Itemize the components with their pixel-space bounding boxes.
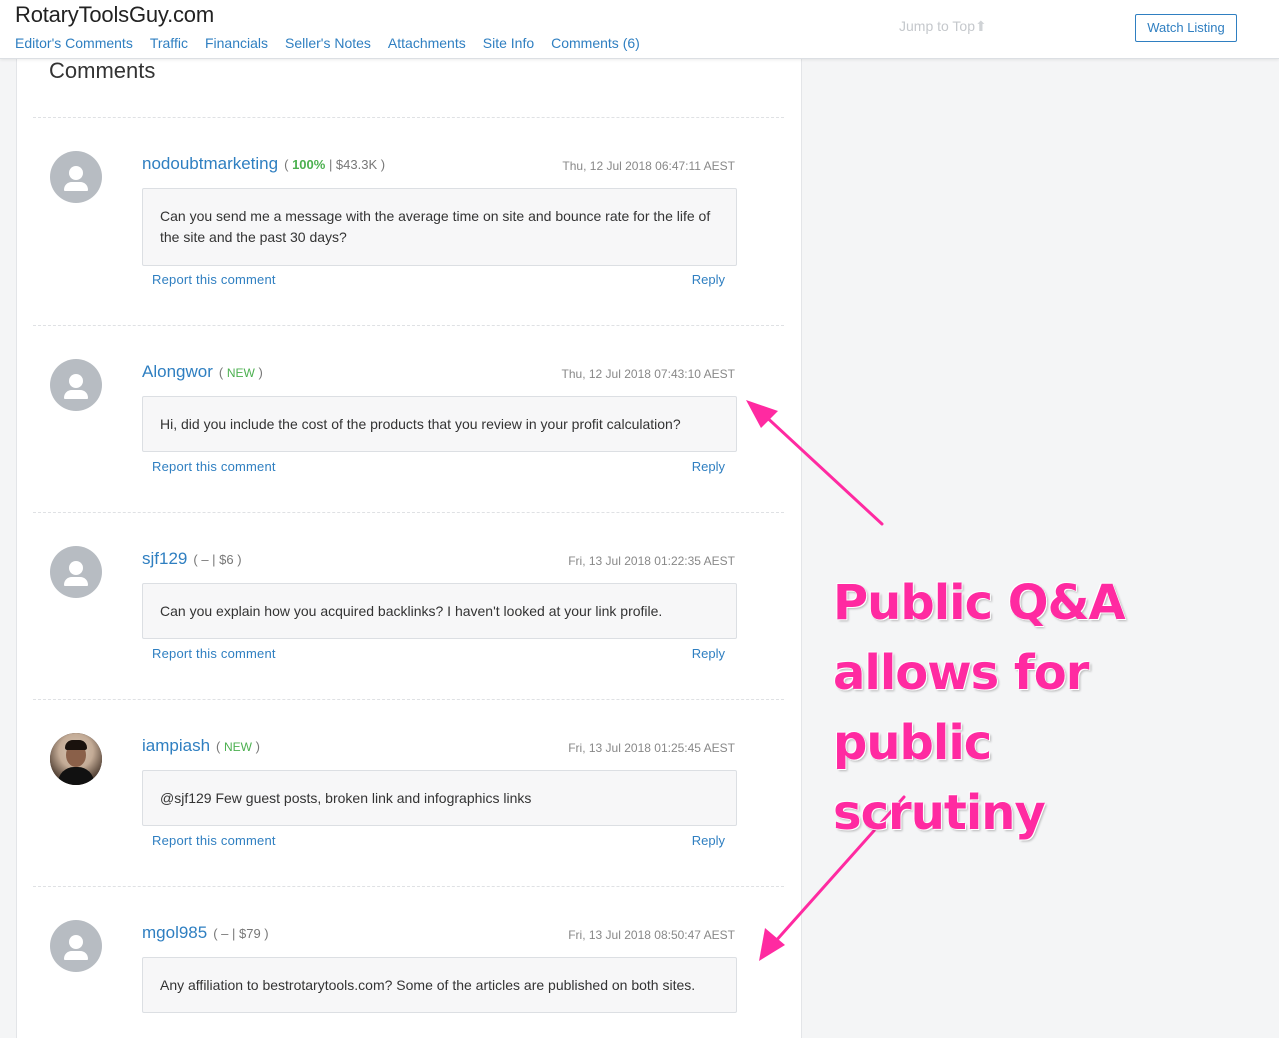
user-avatar-icon <box>50 359 102 411</box>
comment-body: Can you explain how you acquired backlin… <box>142 583 737 639</box>
comment-author[interactable]: nodoubtmarketing ( 100% | $43.3K ) <box>142 154 385 174</box>
nav-comments[interactable]: Comments (6) <box>551 35 640 51</box>
comment-timestamp: Fri, 13 Jul 2018 01:25:45 AEST <box>568 741 735 755</box>
comment-username: Alongwor <box>142 362 213 381</box>
nav-site-info[interactable]: Site Info <box>483 35 534 51</box>
nav-editors-comments[interactable]: Editor's Comments <box>15 35 133 51</box>
comment-username: mgol985 <box>142 923 208 942</box>
comment-timestamp: Thu, 12 Jul 2018 07:43:10 AEST <box>561 367 735 381</box>
meta-rest: | $43.3K ) <box>328 157 386 172</box>
page-title: Comments <box>49 58 156 83</box>
user-stats: ( – | $79 ) <box>213 926 269 941</box>
comment-text: Hi, did you include the cost of the prod… <box>160 416 681 432</box>
nav-financials[interactable]: Financials <box>205 35 268 51</box>
meta-open: ( <box>216 739 221 754</box>
user-stats: ( NEW ) <box>219 365 263 380</box>
callout-line: Public Q&A <box>833 575 1126 631</box>
user-stats: ( 100% | $43.3K ) <box>284 157 385 172</box>
reply-link[interactable]: Reply <box>692 272 725 287</box>
comment-author[interactable]: Alongwor ( NEW ) <box>142 362 263 382</box>
comment-text: @sjf129 Few guest posts, broken link and… <box>160 790 532 806</box>
comment-timestamp: Fri, 13 Jul 2018 01:22:35 AEST <box>568 554 735 568</box>
meta-close: ) <box>258 365 263 380</box>
user-stats: ( NEW ) <box>216 739 260 754</box>
arrow-up-icon: ⬆ <box>975 18 987 34</box>
comment-text: Can you explain how you acquired backlin… <box>160 603 663 619</box>
comment-text: Can you send me a message with the avera… <box>160 208 711 245</box>
comment-body: Any affiliation to bestrotarytools.com? … <box>142 957 737 1013</box>
report-comment-link[interactable]: Report this comment <box>152 646 276 661</box>
report-comment-link[interactable]: Report this comment <box>152 272 276 287</box>
comment-username: iampiash <box>142 736 211 755</box>
feedback-percent: 100% <box>292 157 326 172</box>
comment-body: Hi, did you include the cost of the prod… <box>142 396 737 452</box>
section-nav: Editor's Comments Traffic Financials Sel… <box>15 35 657 51</box>
meta-close: ) <box>255 739 260 754</box>
jump-to-top-link[interactable]: Jump to Top⬆ <box>899 18 987 35</box>
user-avatar-icon <box>50 151 102 203</box>
watch-listing-button[interactable]: Watch Listing <box>1135 14 1237 42</box>
comment-body: @sjf129 Few guest posts, broken link and… <box>142 770 737 826</box>
nav-sellers-notes[interactable]: Seller's Notes <box>285 35 371 51</box>
comment-item: nodoubtmarketing ( 100% | $43.3K ) Thu, 1… <box>33 117 784 326</box>
user-avatar-icon <box>50 546 102 598</box>
user-avatar-icon <box>50 920 102 972</box>
comments-panel: Comments nodoubtmarketing ( 100% | $43.3K… <box>16 58 802 1038</box>
comment-author[interactable]: iampiash ( NEW ) <box>142 736 260 756</box>
jump-to-top-label: Jump to Top <box>899 18 976 34</box>
comment-text: Any affiliation to bestrotarytools.com? … <box>160 977 696 993</box>
comment-timestamp: Fri, 13 Jul 2018 08:50:47 AEST <box>568 928 735 942</box>
new-badge: NEW <box>224 740 253 754</box>
reply-link[interactable]: Reply <box>692 459 725 474</box>
comment-item: Alongwor ( NEW ) Thu, 12 Jul 2018 07:43:1… <box>33 325 784 513</box>
user-stats: ( – | $6 ) <box>193 552 242 567</box>
comment-username: nodoubtmarketing <box>142 154 279 173</box>
comment-item: iampiash ( NEW ) Fri, 13 Jul 2018 01:25:4… <box>33 699 784 887</box>
nav-traffic[interactable]: Traffic <box>150 35 188 51</box>
comment-body: Can you send me a message with the avera… <box>142 188 737 266</box>
nav-attachments[interactable]: Attachments <box>388 35 466 51</box>
comment-author[interactable]: mgol985 ( – | $79 ) <box>142 923 269 943</box>
comment-timestamp: Thu, 12 Jul 2018 06:47:11 AEST <box>562 159 735 173</box>
reply-link[interactable]: Reply <box>692 833 725 848</box>
callout-line: scrutiny <box>833 785 1046 841</box>
callout-line: allows for public <box>833 645 1089 771</box>
new-badge: NEW <box>226 366 255 380</box>
report-comment-link[interactable]: Report this comment <box>152 459 276 474</box>
meta-open: ( <box>284 157 289 172</box>
report-comment-link[interactable]: Report this comment <box>152 833 276 848</box>
comment-item: sjf129 ( – | $6 ) Fri, 13 Jul 2018 01:22:… <box>33 512 784 700</box>
comment-item: mgol985 ( – | $79 ) Fri, 13 Jul 2018 08:5… <box>33 886 784 1037</box>
reply-link[interactable]: Reply <box>692 646 725 661</box>
callout-annotation: Public Q&A allows for public scrutiny <box>833 568 1253 848</box>
top-header: RotaryToolsGuy.com Editor's Comments Tra… <box>0 0 1279 59</box>
comment-username: sjf129 <box>142 549 188 568</box>
site-title[interactable]: RotaryToolsGuy.com <box>15 2 214 28</box>
user-avatar-photo <box>50 733 102 785</box>
meta-open: ( <box>218 365 224 380</box>
comment-author[interactable]: sjf129 ( – | $6 ) <box>142 549 242 569</box>
